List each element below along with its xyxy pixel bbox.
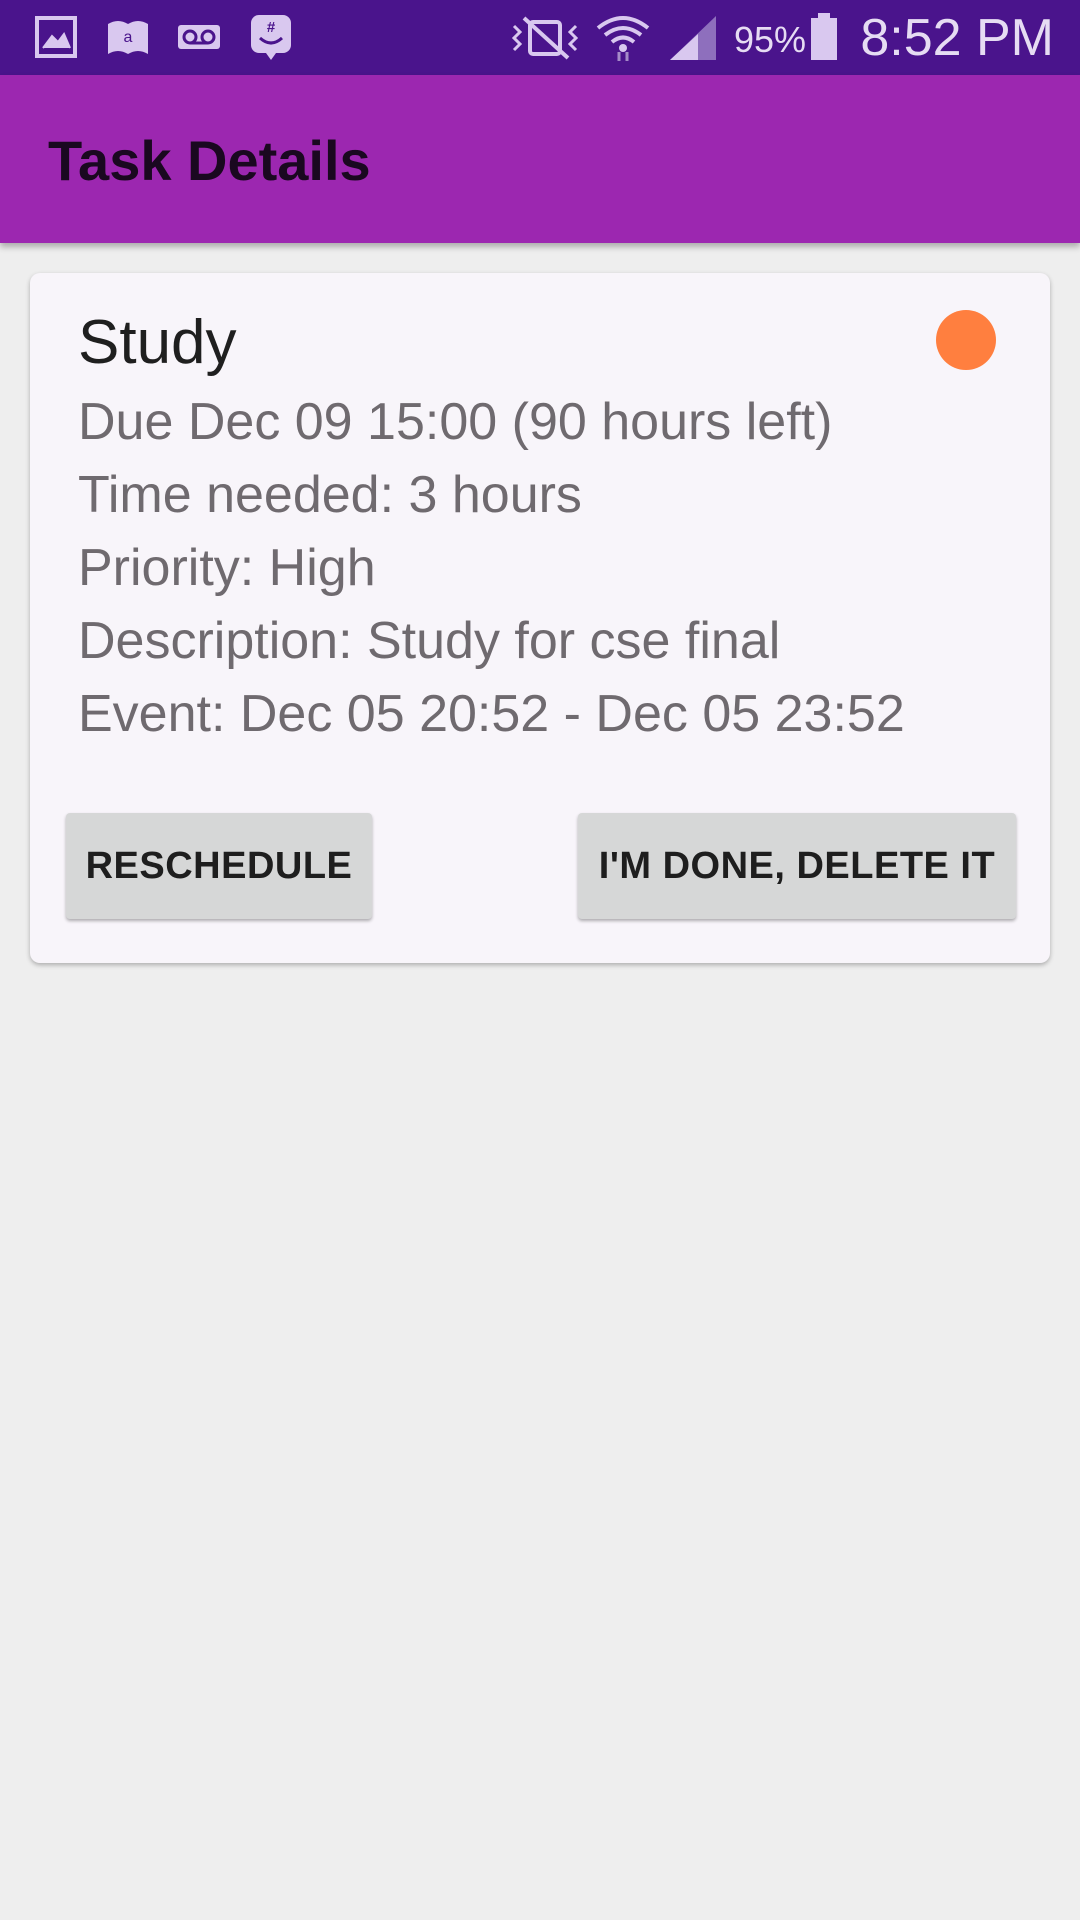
task-due: Due Dec 09 15:00 (90 hours left) xyxy=(78,393,833,451)
clock: 8:52 PM xyxy=(860,9,1054,67)
task-event: Event: Dec 05 20:52 - Dec 05 23:52 xyxy=(78,685,905,743)
status-bar: a # 95% 8:52 PM xyxy=(0,0,1080,75)
battery-percent: 95% xyxy=(734,19,807,60)
signal-icon xyxy=(670,16,716,60)
task-time-needed: Time needed: 3 hours xyxy=(78,466,582,524)
wifi-icon xyxy=(596,16,650,61)
mute-vibrate-icon xyxy=(511,16,579,60)
app-bar: Task Details xyxy=(0,75,1080,243)
voicemail-icon xyxy=(178,25,220,49)
task-description: Description: Study for cse final xyxy=(78,612,781,670)
groupme-icon: # xyxy=(251,15,291,60)
svg-text:#: # xyxy=(267,19,276,36)
task-priority: Priority: High xyxy=(78,539,376,597)
delete-task-button[interactable]: I'M DONE, DELETE IT xyxy=(578,813,1016,919)
svg-text:a: a xyxy=(124,29,133,46)
battery-icon xyxy=(811,13,837,60)
page-title: Task Details xyxy=(48,129,371,192)
priority-indicator xyxy=(936,310,996,370)
task-card: Study Due Dec 09 15:00 (90 hours left) T… xyxy=(30,273,1050,963)
amazon-kindle-icon: a xyxy=(108,21,148,54)
task-name: Study xyxy=(78,308,237,377)
gallery-icon xyxy=(35,16,77,58)
reschedule-button[interactable]: RESCHEDULE xyxy=(66,813,372,919)
